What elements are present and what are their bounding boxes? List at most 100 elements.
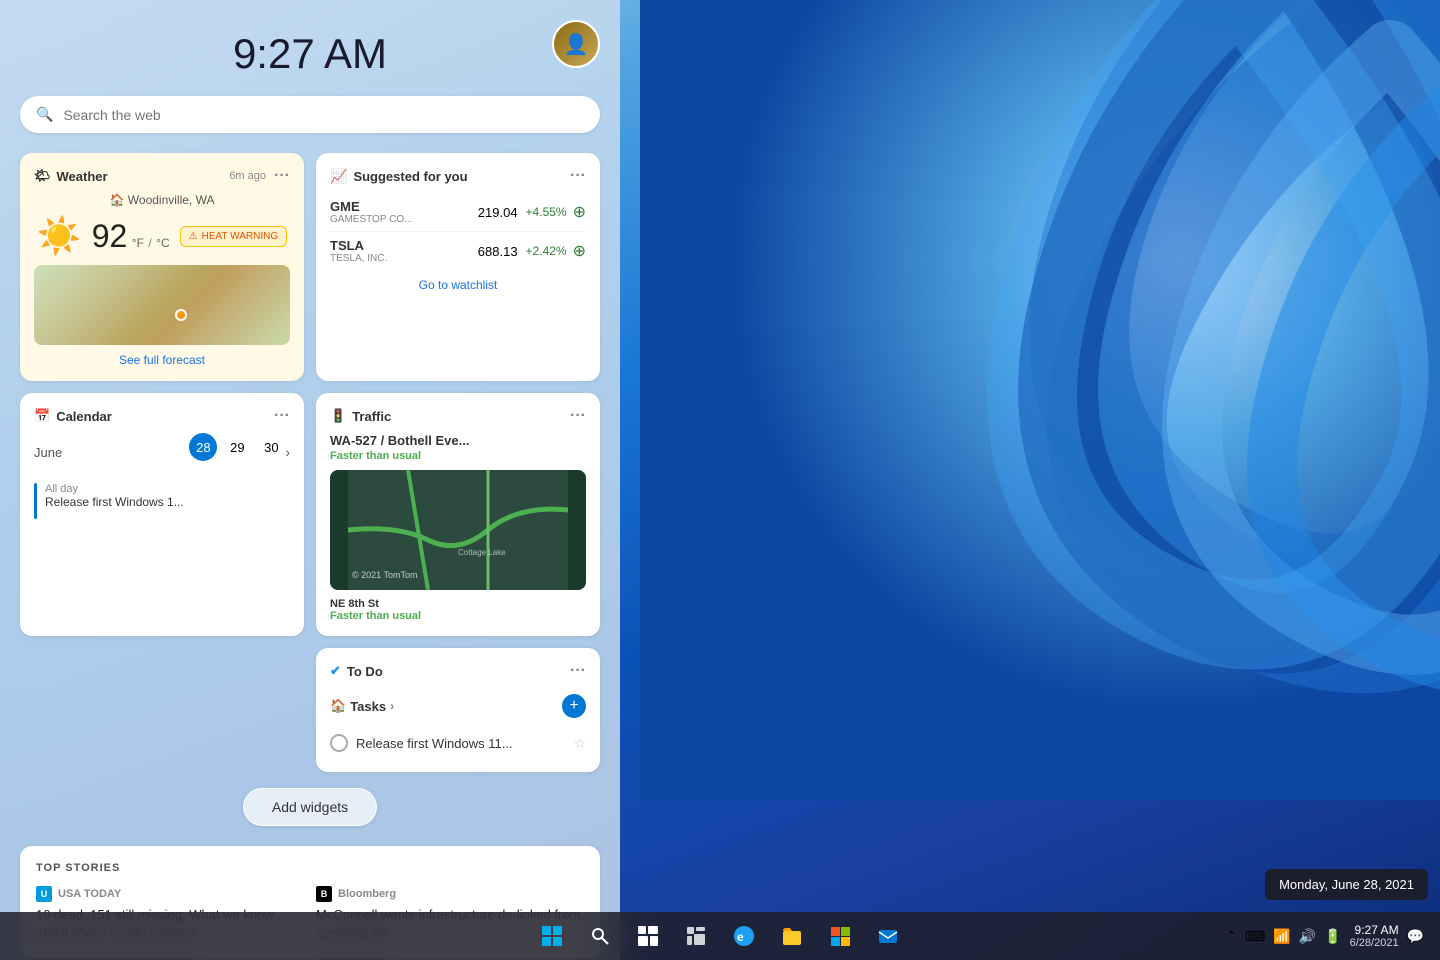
todo-add-btn[interactable]: + xyxy=(562,694,586,718)
wifi-icon[interactable]: 📶 xyxy=(1273,928,1290,945)
weather-temp: 92 xyxy=(92,218,128,254)
heat-warning: ⚠ HEAT WARNING xyxy=(180,226,287,247)
weather-icon-title: 🌤 xyxy=(34,168,51,184)
weather-unit-f: °F xyxy=(132,236,144,250)
event-bar xyxy=(34,483,37,519)
svg-text:e: e xyxy=(737,930,744,944)
keyboard-icon[interactable]: ⌨ xyxy=(1245,928,1265,945)
search-bar[interactable]: 🔍 xyxy=(20,96,600,133)
todo-menu-btn[interactable]: ··· xyxy=(570,662,586,680)
todo-text-0: Release first Windows 11... xyxy=(356,736,565,751)
taskbar-widgets-btn[interactable] xyxy=(676,916,716,956)
story-source-name-0: USA TODAY xyxy=(58,888,121,900)
todo-chevron[interactable]: › xyxy=(390,699,394,713)
weather-title: Weather xyxy=(57,169,108,184)
taskbar-task-view-btn[interactable] xyxy=(628,916,668,956)
cal-day-30[interactable]: 30 xyxy=(257,433,285,461)
story-source-name-1: Bloomberg xyxy=(338,888,396,900)
tsla-add-btn[interactable]: ⊕ xyxy=(573,241,586,261)
battery-icon[interactable]: 🔋 xyxy=(1324,928,1341,945)
user-avatar[interactable]: 👤 xyxy=(552,20,600,68)
taskbar-search-btn[interactable] xyxy=(580,916,620,956)
todo-item-0: Release first Windows 11... ☆ xyxy=(330,728,586,758)
stock-row-gme: GME GAMESTOP CO... 219.04 +4.55% ⊕ xyxy=(330,193,586,232)
system-tray: ⌃ ⌨ 📶 🔊 🔋 9:27 AM 6/28/2021 💬 xyxy=(1225,923,1424,949)
taskbar-edge-btn[interactable]: e xyxy=(724,916,764,956)
watchlist-link[interactable]: Go to watchlist xyxy=(330,278,586,292)
weather-widget: 🌤 Weather 6m ago ··· 🏠 Woodinville, WA ☀… xyxy=(20,153,304,381)
tsla-name: TESLA, INC. xyxy=(330,253,387,264)
sound-icon[interactable]: 🔊 xyxy=(1299,928,1316,945)
todo-tasks-header: 🏠 Tasks › + xyxy=(330,688,586,724)
traffic-street: NE 8th St xyxy=(330,598,379,610)
traffic-route: WA-527 / Bothell Eve... xyxy=(330,433,586,448)
gme-add-btn[interactable]: ⊕ xyxy=(573,202,586,222)
calendar-chevron[interactable]: › xyxy=(285,444,290,460)
bloomberg-icon: B xyxy=(316,886,332,902)
gme-price: 219.04 xyxy=(412,205,517,220)
taskbar-file-explorer-btn[interactable] xyxy=(772,916,812,956)
story-source-0: U USA TODAY xyxy=(36,886,304,902)
sun-icon: ☀️ xyxy=(37,215,82,257)
notification-icon[interactable]: 💬 xyxy=(1407,928,1424,945)
taskbar-mail-btn[interactable] xyxy=(868,916,908,956)
stocks-icon: 📈 xyxy=(330,168,347,185)
calendar-widget: 📅 Calendar ··· June 28 29 30 xyxy=(20,393,304,636)
taskbar: e ⌃ ⌨ xyxy=(0,912,1440,960)
weather-updated: 6m ago xyxy=(229,170,266,182)
weather-location-dot xyxy=(175,309,187,321)
tsla-symbol: TSLA xyxy=(330,238,380,253)
weather-map xyxy=(34,265,290,345)
calendar-event: All day Release first Windows 1... xyxy=(34,479,290,523)
story-source-1: B Bloomberg xyxy=(316,886,584,902)
weather-map-overlay xyxy=(34,265,290,345)
top-stories-title: TOP STORIES xyxy=(36,862,584,874)
traffic-map: © 2021 TomTom Cottage Lake xyxy=(330,470,586,590)
date-tooltip: Monday, June 28, 2021 xyxy=(1265,869,1428,900)
svg-text:Cottage Lake: Cottage Lake xyxy=(458,548,506,557)
weather-forecast-link[interactable]: See full forecast xyxy=(34,353,290,367)
taskbar-ms-store-btn[interactable] xyxy=(820,916,860,956)
todo-checkbox-0[interactable] xyxy=(330,734,348,752)
calendar-month: June xyxy=(34,445,189,460)
calendar-title: Calendar xyxy=(56,409,112,424)
home-icon: 🏠 xyxy=(330,698,346,714)
start-button[interactable] xyxy=(532,916,572,956)
stocks-widget: 📈 Suggested for you ··· GME GAMESTOP CO.… xyxy=(316,153,600,381)
gme-symbol: GME xyxy=(330,199,380,214)
gme-name: GAMESTOP CO... xyxy=(330,214,412,225)
cal-day-28: 28 xyxy=(189,433,217,461)
traffic-menu-btn[interactable]: ··· xyxy=(570,407,586,425)
stocks-title: Suggested for you xyxy=(353,169,467,184)
widget-panel: 9:27 AM 👤 🔍 🌤 Weather 6m ago ··· 🏠 Woodi… xyxy=(0,0,620,960)
todo-icon: ✔ xyxy=(330,663,341,679)
add-widgets-btn[interactable]: Add widgets xyxy=(243,788,377,826)
traffic-icon: 🚦 xyxy=(330,408,346,424)
taskbar-time[interactable]: 9:27 AM 6/28/2021 xyxy=(1350,923,1399,949)
todo-widget: ✔ To Do ··· 🏠 Tasks › + Release first Wi… xyxy=(316,648,600,772)
todo-star-0[interactable]: ☆ xyxy=(573,735,586,752)
todo-title: To Do xyxy=(347,664,383,679)
weather-menu-btn[interactable]: ··· xyxy=(274,167,290,185)
search-input[interactable] xyxy=(63,107,584,123)
cal-day-29[interactable]: 29 xyxy=(223,433,251,461)
widgets-grid: 🌤 Weather 6m ago ··· 🏠 Woodinville, WA ☀… xyxy=(20,153,600,772)
stocks-menu-btn[interactable]: ··· xyxy=(570,167,586,185)
stocks-list: GME GAMESTOP CO... 219.04 +4.55% ⊕ TSLA … xyxy=(330,193,586,270)
event-title: Release first Windows 1... xyxy=(45,495,184,509)
weather-unit-c: °C xyxy=(156,236,169,250)
clock-date: 6/28/2021 xyxy=(1350,937,1399,949)
traffic-widget: 🚦 Traffic ··· WA-527 / Bothell Eve... Fa… xyxy=(316,393,600,636)
calendar-icon: 📅 xyxy=(34,408,50,424)
svg-text:© 2021 TomTom: © 2021 TomTom xyxy=(352,570,418,580)
search-icon: 🔍 xyxy=(36,106,53,123)
chevron-up-icon[interactable]: ⌃ xyxy=(1225,928,1237,945)
stock-row-tsla: TSLA TESLA, INC. 688.13 +2.42% ⊕ xyxy=(330,232,586,270)
gme-change: +4.55% xyxy=(526,205,567,219)
taskbar-center: e xyxy=(532,916,908,956)
traffic-status1: Faster than usual xyxy=(330,450,586,462)
todo-list-label: Tasks xyxy=(350,699,386,714)
traffic-title: Traffic xyxy=(352,409,391,424)
calendar-menu-btn[interactable]: ··· xyxy=(274,407,290,425)
clock-time: 9:27 AM xyxy=(1350,923,1399,937)
